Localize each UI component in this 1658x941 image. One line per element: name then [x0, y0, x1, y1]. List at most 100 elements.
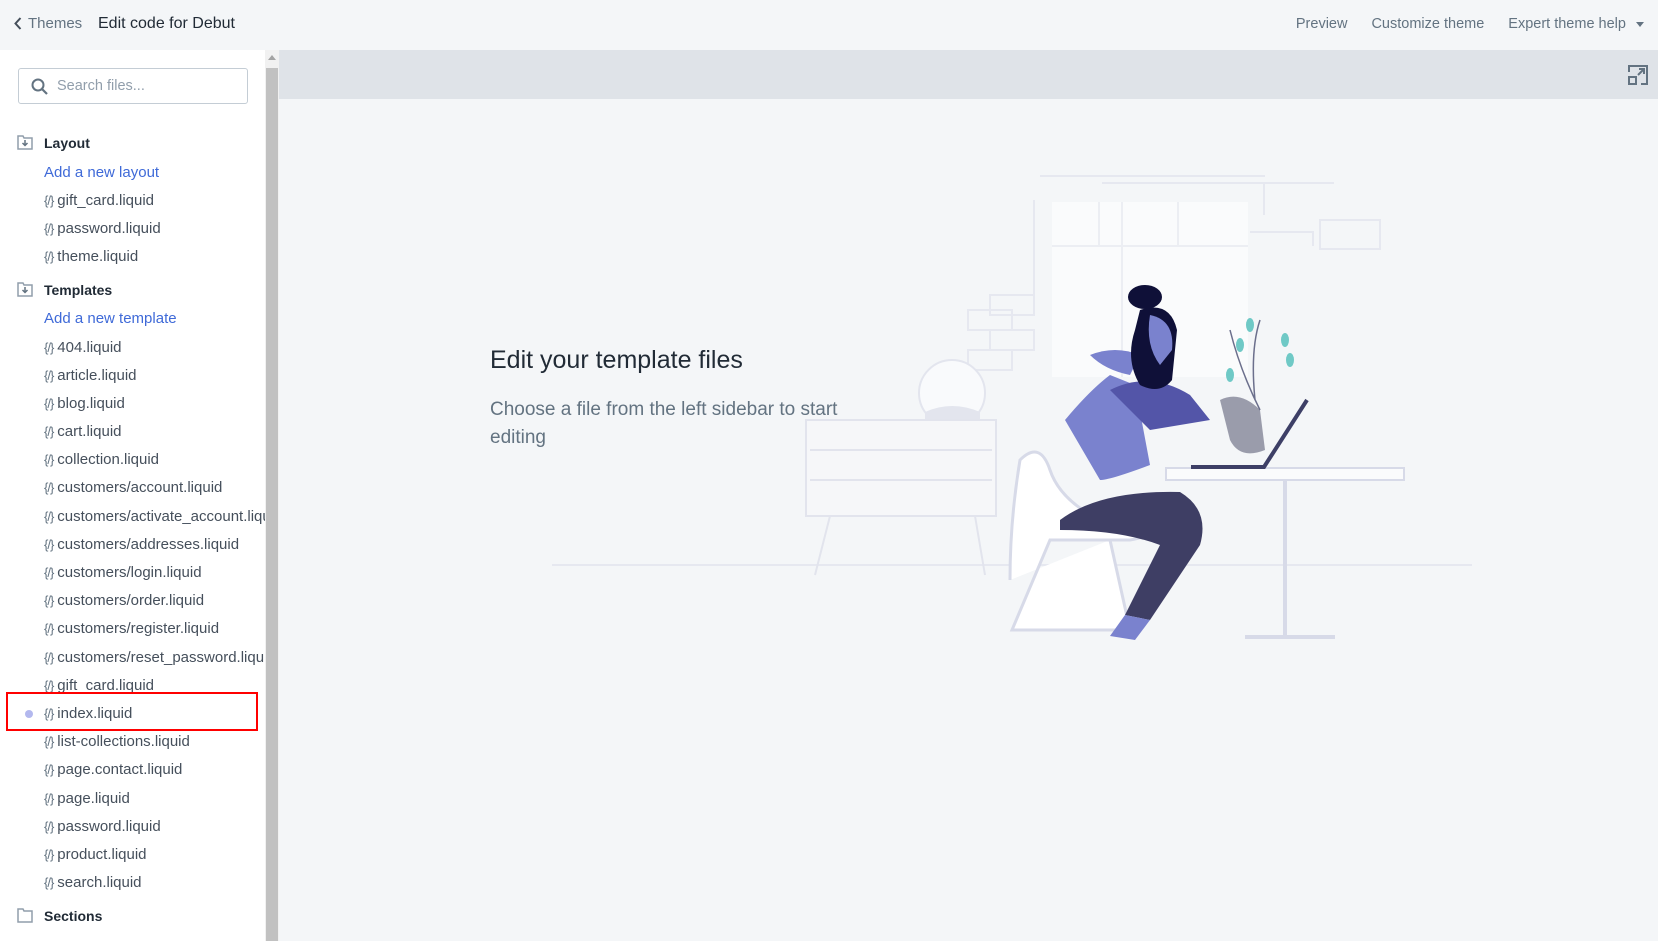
file-item[interactable]: {/} theme.liquid	[0, 243, 265, 271]
search-box	[18, 68, 248, 104]
liquid-file-icon: {/}	[44, 677, 54, 693]
expert-theme-help-dropdown[interactable]: Expert theme help	[1508, 16, 1644, 32]
file-item[interactable]: {/} customers/addresses.liquid	[0, 530, 265, 558]
empty-state-subtitle: Choose a file from the left sidebar to s…	[490, 399, 838, 448]
file-item[interactable]: {/} blog.liquid	[0, 389, 265, 417]
editor-area: Edit your template files Choose a file f…	[279, 50, 1658, 941]
liquid-file-icon: {/}	[44, 480, 54, 496]
file-item[interactable]: {/} collection.liquid	[0, 446, 265, 474]
folder-closed-icon	[17, 907, 33, 923]
file-item[interactable]: {/} customers/login.liquid	[0, 558, 265, 586]
file-item[interactable]: {/} article.liquid	[0, 361, 265, 389]
file-item[interactable]: {/} page.contact.liquid	[0, 756, 265, 784]
file-name: password.liquid	[57, 817, 161, 835]
folder-open-icon	[17, 135, 33, 150]
file-tree: Layout Add a new layout {/} gift_card.liqui…	[0, 124, 265, 931]
title-prefix: Edit code for	[98, 15, 188, 32]
file-name: customers/activate_account.liquid	[57, 507, 265, 525]
preview-link[interactable]: Preview	[1296, 16, 1348, 32]
chevron-left-icon	[14, 17, 22, 30]
empty-state-title: Edit your template files	[490, 346, 743, 374]
add-templates-link[interactable]: Add a new template	[0, 305, 265, 333]
file-item[interactable]: {/} password.liquid	[0, 214, 265, 242]
add-link-label: Add a new template	[44, 310, 177, 328]
liquid-file-icon: {/}	[44, 424, 54, 440]
back-to-themes-link[interactable]: Themes	[14, 15, 82, 32]
top-nav: Preview Customize theme Expert theme hel…	[1296, 16, 1644, 32]
liquid-file-icon: {/}	[44, 395, 54, 411]
expert-help-label: Expert theme help	[1508, 16, 1626, 32]
liquid-file-icon: {/}	[44, 508, 54, 524]
file-name: gift_card.liquid	[57, 191, 155, 209]
liquid-file-icon: {/}	[44, 367, 54, 383]
file-name: customers/login.liquid	[57, 564, 202, 582]
file-item[interactable]: {/} search.liquid	[0, 869, 265, 897]
liquid-file-icon: {/}	[44, 734, 54, 750]
folder-label: Sections	[44, 907, 103, 924]
folder-label: Layout	[44, 135, 90, 151]
file-sidebar: LayoutAdd a new layout{/}gift_card.liqui…	[0, 50, 265, 941]
liquid-file-icon: {/}	[44, 790, 54, 806]
scrollbar-thumb[interactable]	[266, 68, 278, 941]
theme-name: Debut	[192, 15, 235, 32]
file-name: password.liquid	[57, 219, 161, 237]
file-name: page.contact.liquid	[57, 761, 183, 779]
liquid-file-icon: {/}	[44, 192, 54, 208]
file-item[interactable]: {/} customers/register.liquid	[0, 615, 265, 643]
file-name: customers/account.liquid	[57, 479, 223, 497]
page-title: Edit code for Debut	[98, 15, 235, 33]
liquid-file-icon: {/}	[44, 621, 54, 637]
file-item[interactable]: {/} password.liquid	[0, 812, 265, 840]
scroll-up-arrow[interactable]	[268, 55, 276, 60]
file-name: theme.liquid	[57, 248, 139, 266]
highlight-box	[6, 692, 258, 731]
folder-layout[interactable]: Layout	[0, 128, 265, 158]
folder-label: Templates	[44, 281, 113, 298]
file-name: collection.liquid	[57, 451, 160, 469]
back-label: Themes	[28, 15, 83, 32]
folder-templates[interactable]: Templates	[0, 275, 265, 305]
liquid-file-icon: {/}	[44, 220, 54, 236]
expand-icon[interactable]	[1628, 65, 1648, 85]
file-name: search.liquid	[57, 874, 142, 892]
file-item[interactable]: {/} customers/reset_password.liquid	[0, 643, 265, 671]
liquid-file-icon: {/}	[44, 649, 54, 665]
file-name: cart.liquid	[57, 423, 122, 441]
file-item[interactable]: {/} gift_card.liquid	[0, 186, 265, 214]
file-name: article.liquid	[57, 366, 137, 384]
file-name: page.liquid	[57, 789, 130, 807]
file-name: blog.liquid	[57, 394, 125, 412]
file-name: customers/register.liquid	[57, 620, 220, 638]
file-item[interactable]: {/} customers/account.liquid	[0, 474, 265, 502]
file-name: product.liquid	[57, 845, 147, 863]
search-files-input[interactable]	[57, 78, 227, 94]
liquid-file-icon: {/}	[44, 593, 54, 609]
liquid-file-icon: {/}	[44, 452, 54, 468]
editor-toolbar	[279, 50, 1658, 99]
file-item[interactable]: {/} product.liquid	[0, 840, 265, 868]
file-item[interactable]: {/} page.liquid	[0, 784, 265, 812]
file-item[interactable]: {/} 404.liquid	[0, 333, 265, 361]
add-layout-link[interactable]: Add a new layout	[0, 158, 265, 186]
file-name: customers/order.liquid	[57, 592, 205, 610]
file-item[interactable]: {/} list-collections.liquid	[0, 728, 265, 756]
liquid-file-icon: {/}	[44, 565, 54, 581]
file-name: customers/addresses.liquid	[57, 535, 240, 553]
folder-sections[interactable]: Sections	[0, 901, 265, 931]
liquid-file-icon: {/}	[44, 846, 54, 862]
customize-theme-link[interactable]: Customize theme	[1371, 16, 1484, 32]
file-item[interactable]: {/} cart.liquid	[0, 418, 265, 446]
liquid-file-icon: {/}	[44, 762, 54, 778]
file-item[interactable]: {/} customers/order.liquid	[0, 587, 265, 615]
file-name: 404.liquid	[57, 338, 122, 356]
add-link-label: Add a new layout	[44, 163, 160, 181]
liquid-file-icon: {/}	[44, 818, 54, 834]
top-bar: Themes Edit code for Debut Preview Custo…	[0, 0, 1658, 50]
file-item[interactable]: {/} customers/activate_account.liquid	[0, 502, 265, 530]
liquid-file-icon: {/}	[44, 339, 54, 355]
liquid-file-icon: {/}	[44, 875, 54, 891]
sidebar-scrollbar[interactable]	[265, 50, 279, 941]
file-name: list-collections.liquid	[57, 733, 190, 751]
liquid-file-icon: {/}	[44, 536, 54, 552]
liquid-file-icon: {/}	[44, 249, 54, 265]
